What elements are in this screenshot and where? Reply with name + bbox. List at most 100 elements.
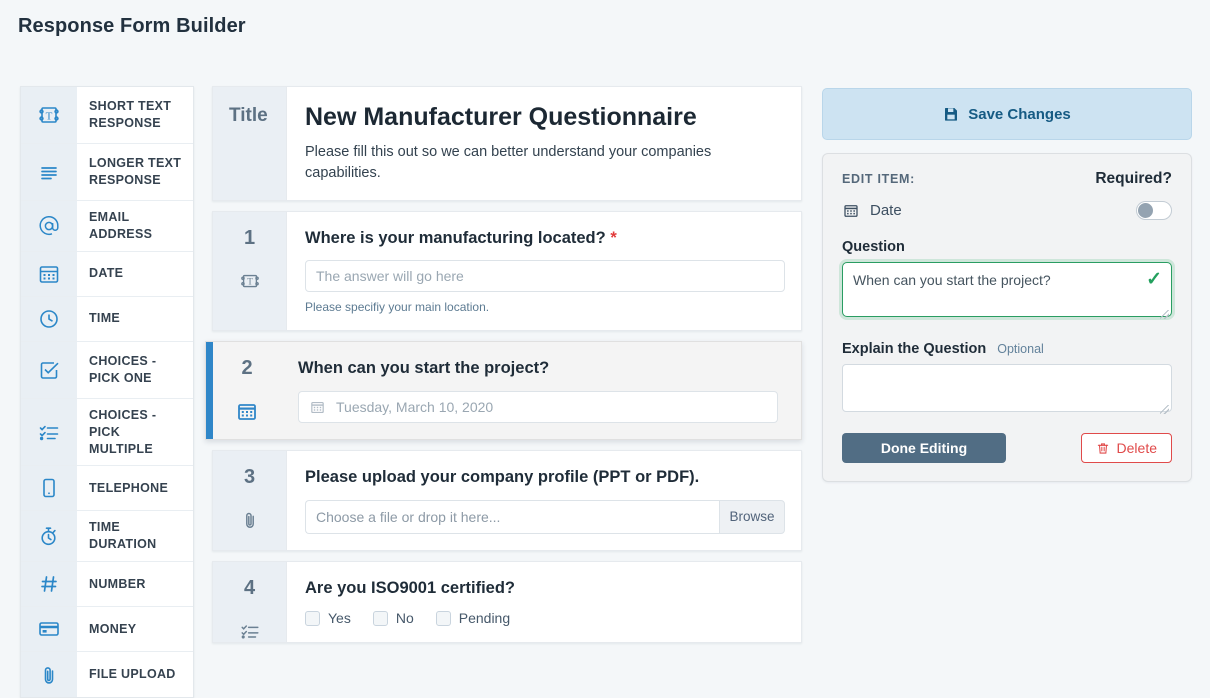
question-field-label: Question: [842, 239, 1172, 255]
question-title: Where is your manufacturing located? *: [305, 228, 785, 249]
svg-text:T: T: [46, 111, 53, 123]
checkbox-single-icon: [21, 342, 77, 398]
delete-button[interactable]: Delete: [1081, 433, 1172, 463]
required-toggle[interactable]: [1136, 201, 1172, 220]
question-title: Please upload your company profile (PPT …: [305, 467, 785, 488]
svg-text:T: T: [247, 276, 253, 286]
valid-check-icon: ✓: [1146, 270, 1162, 289]
card-body: Where is your manufacturing located? * P…: [287, 212, 805, 331]
form-title: New Manufacturer Questionnaire: [305, 103, 781, 132]
form-description: Please fill this out so we can better un…: [305, 142, 725, 184]
page-title: Response Form Builder: [18, 15, 246, 38]
palette-item-date[interactable]: DATE: [21, 252, 193, 297]
form-canvas: Title New Manufacturer Questionnaire Ple…: [212, 86, 802, 653]
paperclip-icon: [21, 652, 77, 697]
calendar-icon: [842, 202, 860, 220]
choice-option[interactable]: Pending: [436, 610, 510, 626]
palette-item-money[interactable]: MONEY: [21, 607, 193, 652]
explain-field-wrap: [842, 364, 1172, 417]
calendar-icon: [235, 400, 259, 424]
browse-button[interactable]: Browse: [719, 500, 785, 534]
question-card-3[interactable]: 3 Please upload your company profile (PP…: [212, 450, 802, 551]
palette-item-email[interactable]: EMAIL ADDRESS: [21, 201, 193, 252]
card-body: Please upload your company profile (PPT …: [287, 451, 805, 550]
done-editing-button[interactable]: Done Editing: [842, 433, 1006, 463]
file-drop-field[interactable]: Choose a file or drop it here...: [305, 500, 719, 534]
palette-item-time-duration[interactable]: TIME DURATION: [21, 511, 193, 562]
card-gutter: Title: [213, 87, 287, 200]
edit-panel-actions: Done Editing Delete: [842, 433, 1172, 463]
palette-item-label: FILE UPLOAD: [77, 652, 193, 697]
palette-item-label: LONGER TEXT RESPONSE: [77, 144, 193, 200]
right-panel: Save Changes EDIT ITEM: Required?: [822, 88, 1192, 482]
explain-label-text: Explain the Question: [842, 341, 986, 357]
card-gutter: 3: [213, 451, 287, 550]
palette-item-label: TIME DURATION: [77, 511, 193, 561]
save-changes-button[interactable]: Save Changes: [822, 88, 1192, 140]
hash-icon: [21, 562, 77, 606]
explain-textarea[interactable]: [842, 364, 1172, 412]
question-number: 4: [244, 578, 255, 598]
card-body: When can you start the project? Tuesday,…: [280, 342, 801, 439]
date-input[interactable]: Tuesday, March 10, 2020: [298, 391, 778, 423]
question-title: When can you start the project?: [298, 358, 781, 379]
question-field-wrap: ✓: [842, 262, 1172, 322]
save-disk-icon: [943, 106, 959, 122]
calendar-icon: [309, 399, 326, 416]
palette-item-number[interactable]: NUMBER: [21, 562, 193, 607]
palette-item-choice-one[interactable]: CHOICES - PICK ONE: [21, 342, 193, 399]
clock-icon: [21, 297, 77, 341]
question-help-text: Please specifiy your main location.: [305, 300, 785, 314]
question-card-4[interactable]: 4 Are you ISO9001 certified? Yes No: [212, 561, 802, 644]
card-gutter: 4: [213, 562, 287, 643]
palette-item-telephone[interactable]: TELEPHONE: [21, 466, 193, 511]
required-asterisk: *: [610, 229, 616, 247]
edit-panel-type-row: Date: [842, 201, 1172, 220]
palette-item-label: EMAIL ADDRESS: [77, 201, 193, 251]
question-textarea[interactable]: [842, 262, 1172, 317]
optional-label: Optional: [997, 342, 1044, 356]
palette-item-label: TIME: [77, 297, 193, 341]
question-card-2[interactable]: 2 When can you start the project?: [205, 341, 802, 440]
palette-item-label: TELEPHONE: [77, 466, 193, 510]
checkbox-icon[interactable]: [436, 611, 451, 626]
edit-item-label: EDIT ITEM:: [842, 172, 915, 186]
question-number: 2: [241, 358, 252, 378]
trash-icon: [1096, 441, 1110, 456]
choice-option[interactable]: Yes: [305, 610, 351, 626]
checkbox-icon[interactable]: [373, 611, 388, 626]
delete-label: Delete: [1117, 440, 1157, 456]
explain-field-label: Explain the Question Optional: [842, 341, 1172, 357]
phone-icon: [21, 466, 77, 510]
checklist-icon: [21, 399, 77, 466]
palette-item-label: CHOICES - PICK MULTIPLE: [77, 399, 193, 466]
form-title-card[interactable]: Title New Manufacturer Questionnaire Ple…: [212, 86, 802, 201]
short-text-icon: T: [239, 270, 261, 292]
field-type-palette: T SHORT TEXT RESPONSE LONGER TEXT RESPON…: [20, 86, 194, 698]
choice-row: Yes No Pending: [305, 610, 781, 626]
calendar-icon: [21, 252, 77, 296]
palette-item-label: DATE: [77, 252, 193, 296]
card-gutter: 1 T: [213, 212, 287, 331]
question-number: 3: [244, 467, 255, 487]
palette-item-time[interactable]: TIME: [21, 297, 193, 342]
choice-option[interactable]: No: [373, 610, 414, 626]
palette-item-choice-multiple[interactable]: CHOICES - PICK MULTIPLE: [21, 399, 193, 467]
question-title-text: Where is your manufacturing located?: [305, 229, 606, 247]
question-card-1[interactable]: 1 T Where is your manufacturing located?…: [212, 211, 802, 332]
long-text-icon: [21, 144, 77, 200]
card-body: New Manufacturer Questionnaire Please fi…: [287, 87, 801, 200]
choice-label: Pending: [459, 610, 510, 626]
date-value: Tuesday, March 10, 2020: [336, 399, 493, 415]
checkbox-icon[interactable]: [305, 611, 320, 626]
answer-input[interactable]: [305, 260, 785, 292]
short-text-icon: T: [21, 87, 77, 143]
palette-item-short-text[interactable]: T SHORT TEXT RESPONSE: [21, 87, 193, 144]
credit-card-icon: [21, 607, 77, 651]
palette-item-long-text[interactable]: LONGER TEXT RESPONSE: [21, 144, 193, 201]
card-body: Are you ISO9001 certified? Yes No Pendin…: [287, 562, 801, 643]
edit-item-panel: EDIT ITEM: Required? Date: [822, 153, 1192, 482]
palette-item-file-upload[interactable]: FILE UPLOAD: [21, 652, 193, 697]
checklist-icon: [239, 620, 261, 642]
palette-item-label: MONEY: [77, 607, 193, 651]
